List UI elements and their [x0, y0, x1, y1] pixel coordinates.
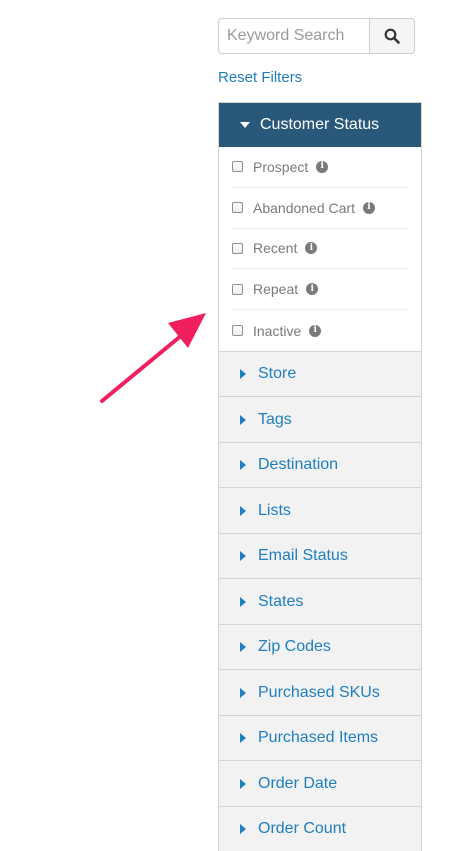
- section-title: Order Count: [258, 820, 347, 838]
- section-purchased-skus[interactable]: Purchased SKUs: [219, 669, 421, 715]
- caret-right-icon: [240, 733, 246, 744]
- section-title: Zip Codes: [258, 638, 331, 656]
- search-icon: [384, 28, 400, 44]
- section-order-date[interactable]: Order Date: [219, 760, 421, 806]
- inactive-checkbox[interactable]: [232, 325, 243, 337]
- section-email-status[interactable]: Email Status: [219, 532, 421, 579]
- option-label: Repeat: [253, 281, 299, 298]
- section-states[interactable]: States: [219, 578, 421, 624]
- section-store[interactable]: Store: [219, 350, 421, 397]
- search-button[interactable]: [369, 18, 415, 54]
- section-title: Store: [258, 365, 297, 383]
- caret-right-icon: [240, 460, 246, 471]
- section-title: Email Status: [258, 547, 348, 565]
- section-title: Tags: [258, 410, 292, 428]
- customer-status-options: Prospect i Abandoned Cart i Recent i Rep…: [219, 147, 421, 351]
- option-label: Recent: [253, 240, 298, 257]
- caret-right-icon: [240, 551, 246, 562]
- option-prospect[interactable]: Prospect i: [231, 147, 409, 188]
- caret-right-icon: [240, 596, 246, 607]
- option-label: Abandoned Cart: [253, 199, 355, 216]
- section-purchased-items[interactable]: Purchased Items: [219, 714, 421, 761]
- caret-right-icon: [240, 687, 246, 698]
- caret-right-icon: [240, 505, 246, 516]
- info-icon[interactable]: i: [306, 283, 319, 296]
- keyword-search-input[interactable]: [218, 18, 369, 54]
- option-label: Prospect: [253, 158, 309, 175]
- repeat-checkbox[interactable]: [232, 283, 243, 295]
- abandoned-cart-checkbox[interactable]: [232, 202, 243, 214]
- caret-right-icon: [240, 414, 246, 425]
- section-title: States: [258, 592, 304, 610]
- caret-right-icon: [240, 369, 246, 380]
- option-label: Inactive: [253, 322, 302, 339]
- info-icon[interactable]: i: [362, 201, 375, 214]
- section-lists[interactable]: Lists: [219, 487, 421, 533]
- section-title: Lists: [258, 501, 291, 519]
- caret-right-icon: [240, 824, 246, 835]
- recent-checkbox[interactable]: [232, 242, 243, 254]
- section-zip-codes[interactable]: Zip Codes: [219, 623, 421, 670]
- prospect-checkbox[interactable]: [232, 161, 243, 173]
- section-tags[interactable]: Tags: [219, 396, 421, 442]
- option-abandoned-cart[interactable]: Abandoned Cart i: [231, 188, 409, 229]
- section-title: Order Date: [258, 774, 338, 792]
- section-title: Purchased Items: [258, 729, 379, 747]
- info-icon[interactable]: i: [309, 324, 322, 337]
- option-recent[interactable]: Recent i: [231, 229, 409, 270]
- filters-panel: Customer Status Prospect i Abandoned Car…: [218, 102, 422, 851]
- info-icon[interactable]: i: [305, 242, 318, 255]
- caret-right-icon: [240, 642, 246, 653]
- option-repeat[interactable]: Repeat i: [231, 269, 409, 311]
- caret-down-icon: [240, 122, 250, 128]
- info-icon[interactable]: i: [316, 160, 329, 173]
- section-order-count[interactable]: Order Count: [219, 805, 421, 851]
- reset-filters-link[interactable]: Reset Filters: [218, 69, 302, 86]
- section-destination[interactable]: Destination: [219, 441, 421, 488]
- keyword-search: [218, 18, 415, 54]
- section-title: Purchased SKUs: [258, 683, 380, 701]
- section-title: Customer Status: [260, 116, 380, 133]
- section-title: Destination: [258, 456, 339, 474]
- option-inactive[interactable]: Inactive i: [231, 310, 409, 351]
- caret-right-icon: [240, 778, 246, 789]
- section-customer-status[interactable]: Customer Status: [219, 103, 421, 147]
